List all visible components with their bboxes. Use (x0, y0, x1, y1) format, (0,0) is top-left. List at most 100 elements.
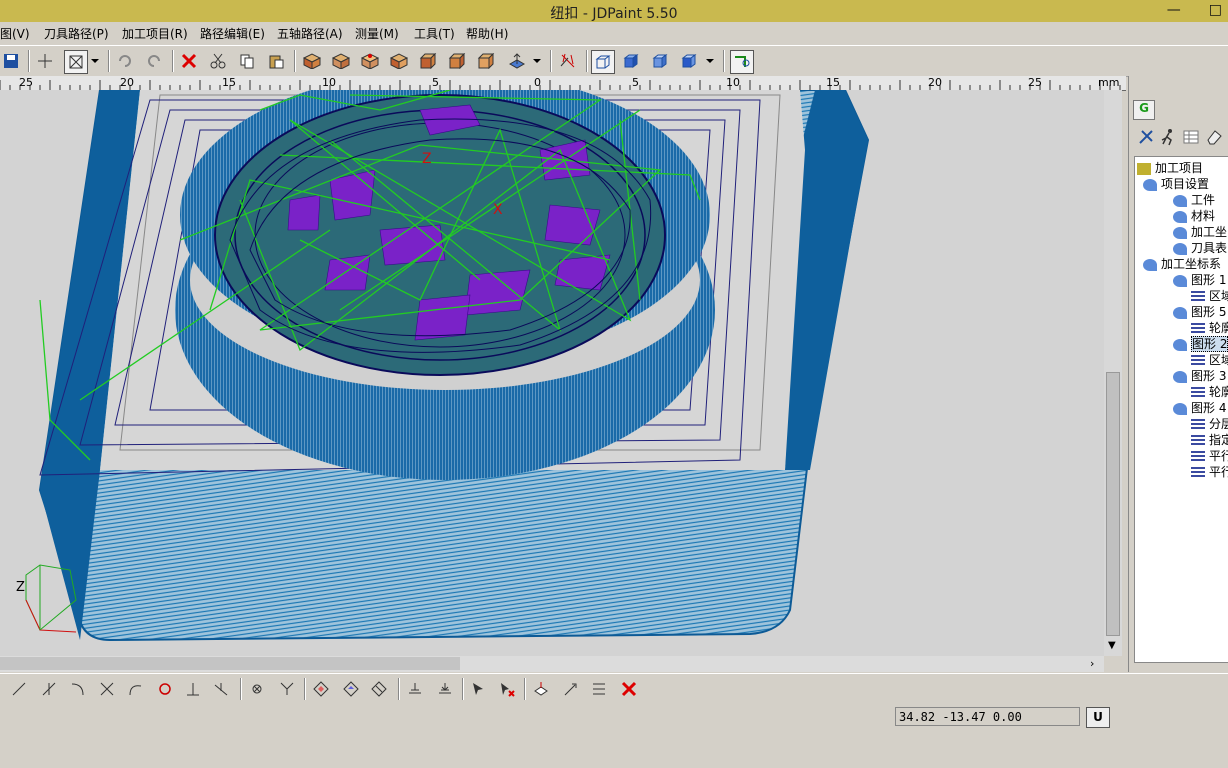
tree-item[interactable]: 加工项目 (1137, 159, 1203, 176)
save-icon[interactable] (0, 50, 22, 72)
shaded-edges-icon[interactable] (649, 50, 671, 72)
tree-item[interactable]: 加工坐 (1173, 223, 1227, 240)
cut-icon[interactable] (207, 50, 229, 72)
close-icon[interactable] (618, 678, 640, 700)
select-point-icon[interactable] (468, 678, 490, 700)
curve-icon[interactable] (124, 678, 146, 700)
tree-item[interactable]: 图形 5 (1173, 303, 1226, 320)
tree-item[interactable]: 平行 (1191, 463, 1228, 480)
arc-icon[interactable] (66, 678, 88, 700)
tree-item[interactable]: 轮廓 (1191, 383, 1228, 400)
transform-icon[interactable] (530, 678, 552, 700)
tree-item[interactable]: 图形 3 (1173, 367, 1226, 384)
tree-item[interactable]: 图形 1 (1173, 271, 1226, 288)
view-front-icon[interactable] (359, 50, 381, 72)
path-wizard-icon[interactable] (1137, 128, 1157, 148)
dropdown-arrow-icon[interactable] (88, 50, 102, 72)
tree-item[interactable]: 图形 4 (1173, 399, 1226, 416)
view-right-icon[interactable] (446, 50, 468, 72)
runner-icon[interactable] (1159, 128, 1179, 148)
tree-item[interactable]: 图形 2 (1173, 335, 1228, 352)
tree-item[interactable]: 刀具表 (1173, 239, 1227, 256)
view-iso-icon[interactable] (301, 50, 323, 72)
coordinate-view-icon[interactable] (506, 50, 528, 72)
tree-item[interactable]: 平行 (1191, 447, 1228, 464)
minimize-icon[interactable]: — (1167, 2, 1181, 18)
wireframe-icon[interactable] (591, 50, 615, 74)
table-icon[interactable] (1182, 128, 1202, 148)
layer-down-icon[interactable] (434, 678, 456, 700)
delete-icon[interactable] (178, 50, 200, 72)
split-icon[interactable] (588, 678, 610, 700)
tree-item[interactable]: 项目设置 (1143, 175, 1209, 192)
shape-icon (1173, 402, 1187, 415)
menu-path-edit[interactable]: 路径编辑(E) (200, 25, 265, 42)
branch-icon[interactable] (276, 678, 298, 700)
perpendicular-icon[interactable] (182, 678, 204, 700)
z-axis-marker: Z (422, 151, 432, 167)
tree-item[interactable]: 加工坐标系 (1143, 255, 1221, 272)
menu-tools[interactable]: 工具(T) (414, 25, 455, 42)
menu-help[interactable]: 帮助(H) (466, 25, 508, 42)
path-icon (1191, 354, 1205, 367)
tree-item-label: 平行 (1209, 449, 1228, 463)
menu-toolpath[interactable]: 刀具路径(P) (44, 25, 109, 42)
horizontal-scrollbar[interactable]: › (0, 656, 1104, 672)
crosshair-icon[interactable] (34, 50, 56, 72)
tree-item-label: 刀具表 (1191, 241, 1228, 255)
tree-item[interactable]: 材料 (1173, 207, 1215, 224)
paste-icon[interactable] (265, 50, 287, 72)
dropdown-arrow-icon[interactable] (703, 50, 717, 72)
tree-item[interactable]: 工件 (1173, 191, 1215, 208)
render-mode-icon[interactable] (678, 50, 700, 72)
line-icon[interactable] (8, 678, 30, 700)
shape-icon (1173, 306, 1187, 319)
tree-item-label: 图形 2 (1191, 336, 1228, 352)
view-side-icon[interactable] (388, 50, 410, 72)
redo-icon[interactable] (143, 50, 165, 72)
extend-icon[interactable] (38, 678, 60, 700)
diamond-icon[interactable] (340, 678, 362, 700)
tree-item[interactable]: 指定 (1191, 431, 1228, 448)
title-bar: 纽扣 - JDPaint 5.50 — □ (0, 0, 1228, 22)
shaded-icon[interactable] (620, 50, 642, 72)
view-top-icon[interactable] (330, 50, 352, 72)
menu-machining-project[interactable]: 加工项目(R) (122, 25, 188, 42)
path-tool-icon[interactable] (557, 50, 579, 72)
trim-icon[interactable] (96, 678, 118, 700)
scroll-thumb[interactable] (1106, 372, 1120, 636)
panel-tab[interactable]: G (1133, 100, 1155, 120)
eraser-icon[interactable] (1205, 128, 1225, 148)
shape-icon (1143, 178, 1157, 191)
dropdown-arrow-icon[interactable] (530, 50, 544, 72)
diamond-icon[interactable] (368, 678, 390, 700)
path-icon (1191, 386, 1205, 399)
menu-five-axis[interactable]: 五轴路径(A) (277, 25, 343, 42)
menu-measure[interactable]: 测量(M) (355, 25, 399, 42)
scroll-thumb[interactable] (0, 657, 460, 670)
tree-item[interactable]: 轮廓 (1191, 319, 1228, 336)
3d-viewport[interactable]: Z X Z (0, 90, 1104, 656)
vector-icon[interactable] (560, 678, 582, 700)
circle-point-icon[interactable] (154, 678, 176, 700)
tangent-icon[interactable] (210, 678, 232, 700)
vertical-scrollbar[interactable]: ▼ (1104, 90, 1122, 656)
tree-item[interactable]: 区域 (1191, 287, 1228, 304)
undo-icon[interactable] (114, 50, 136, 72)
maximize-icon[interactable]: □ (1209, 2, 1222, 18)
copy-icon[interactable] (236, 50, 258, 72)
tree-item[interactable]: 区域 (1191, 351, 1228, 368)
deselect-icon[interactable] (496, 678, 518, 700)
diamond-icon[interactable] (310, 678, 332, 700)
view-back-icon[interactable] (475, 50, 497, 72)
node-icon[interactable] (246, 678, 268, 700)
menu-view[interactable]: 图(V) (0, 25, 30, 42)
scroll-down-icon[interactable]: ▼ (1108, 640, 1116, 651)
select-box-icon[interactable] (64, 50, 88, 74)
unit-toggle-button[interactable]: U (1086, 707, 1110, 728)
view-left-icon[interactable] (417, 50, 439, 72)
layer-icon[interactable] (404, 678, 426, 700)
snap-icon[interactable] (730, 50, 754, 74)
scroll-right-icon[interactable]: › (1090, 657, 1094, 670)
tree-item[interactable]: 分层 (1191, 415, 1228, 432)
